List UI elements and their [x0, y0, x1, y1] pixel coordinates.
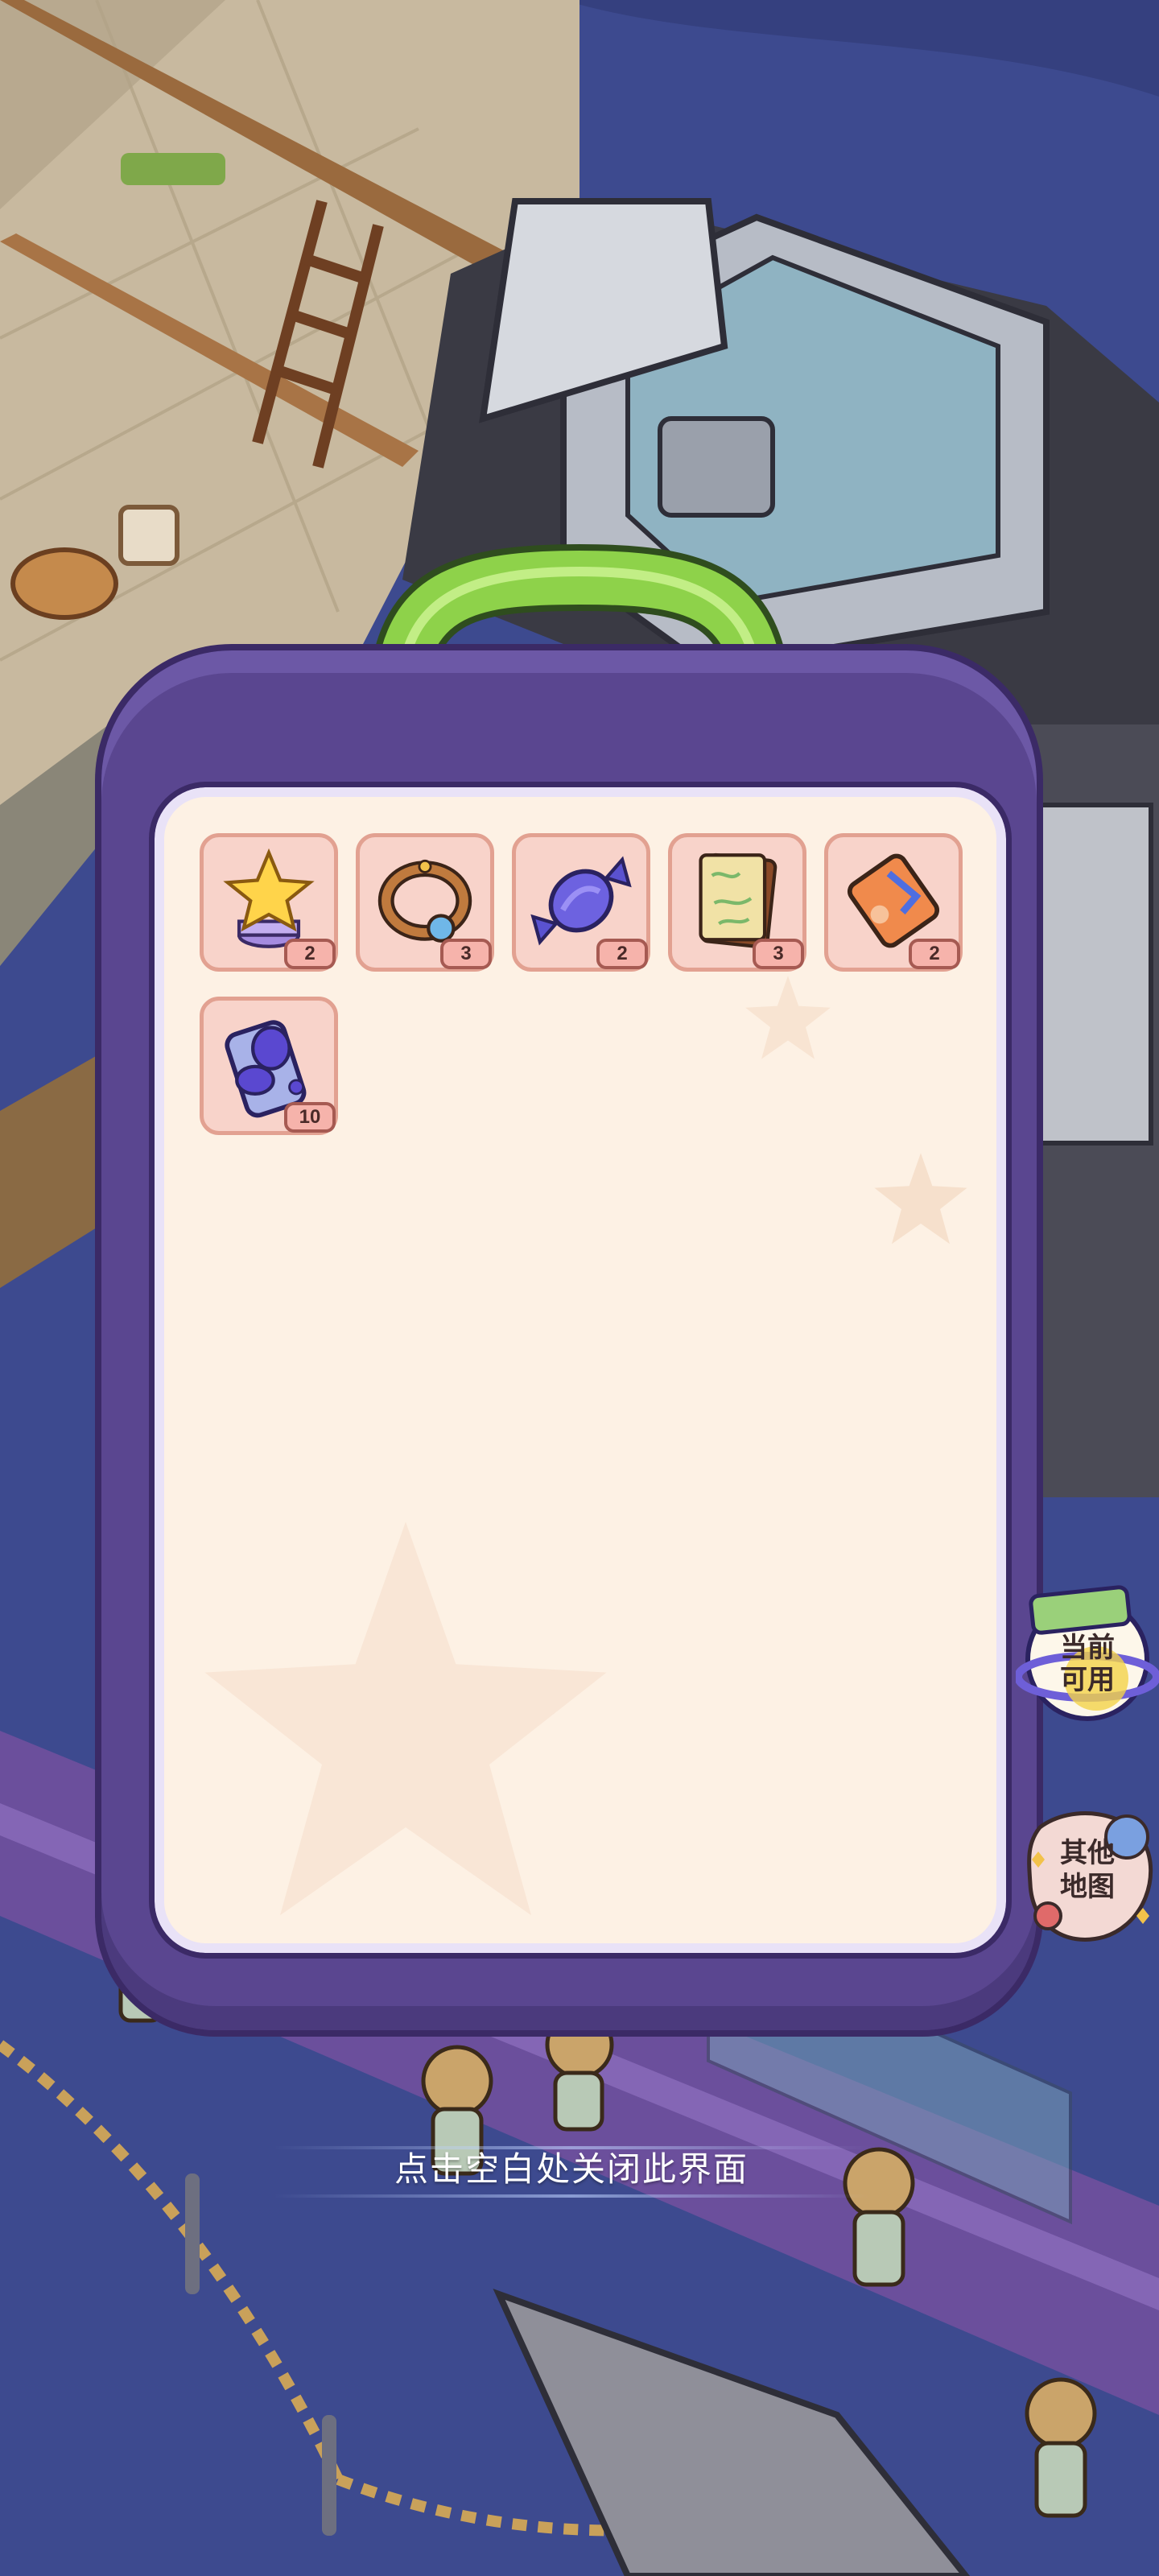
close-hint-text: 点击空白处关闭此界面 [394, 2150, 749, 2188]
inventory-slot-star-trophy[interactable]: 2 [200, 833, 338, 972]
decorative-star-icon [204, 1521, 607, 1916]
inventory-slot-candy[interactable]: 2 [512, 833, 650, 972]
inventory-slot-purple-gel-slab[interactable]: 10 [200, 997, 338, 1135]
other-maps-label-line2: 地图 [1060, 1872, 1115, 1902]
inventory-slot-map-book[interactable]: 3 [668, 833, 806, 972]
item-count-badge: 2 [909, 939, 960, 969]
decorative-star-icon [874, 1153, 967, 1245]
current-available-label-line2: 可用 [1060, 1665, 1115, 1695]
other-maps-button[interactable]: 其他 地图 [1016, 1795, 1159, 1956]
item-count-badge: 2 [284, 939, 336, 969]
game-scene[interactable]: 2 3 2 3 2 10 当前 可用 其他 地图 点击空白处关闭此界面 [0, 0, 1159, 2576]
decorative-star-icon [745, 976, 831, 1059]
inventory-slot-ticket-card[interactable]: 2 [824, 833, 963, 972]
item-count-badge: 3 [440, 939, 492, 969]
item-count-badge: 10 [284, 1102, 336, 1133]
close-hint[interactable]: 点击空白处关闭此界面 [274, 2141, 869, 2198]
current-available-button[interactable]: 当前 可用 [1016, 1582, 1159, 1727]
other-maps-label-line1: 其他 [1060, 1838, 1115, 1868]
item-count-badge: 3 [753, 939, 804, 969]
item-count-badge: 2 [596, 939, 648, 969]
current-available-label-line1: 当前 [1060, 1633, 1115, 1663]
hint-bottom-divider [274, 2194, 869, 2198]
inventory-slot-gem-bracelet[interactable]: 3 [356, 833, 494, 972]
